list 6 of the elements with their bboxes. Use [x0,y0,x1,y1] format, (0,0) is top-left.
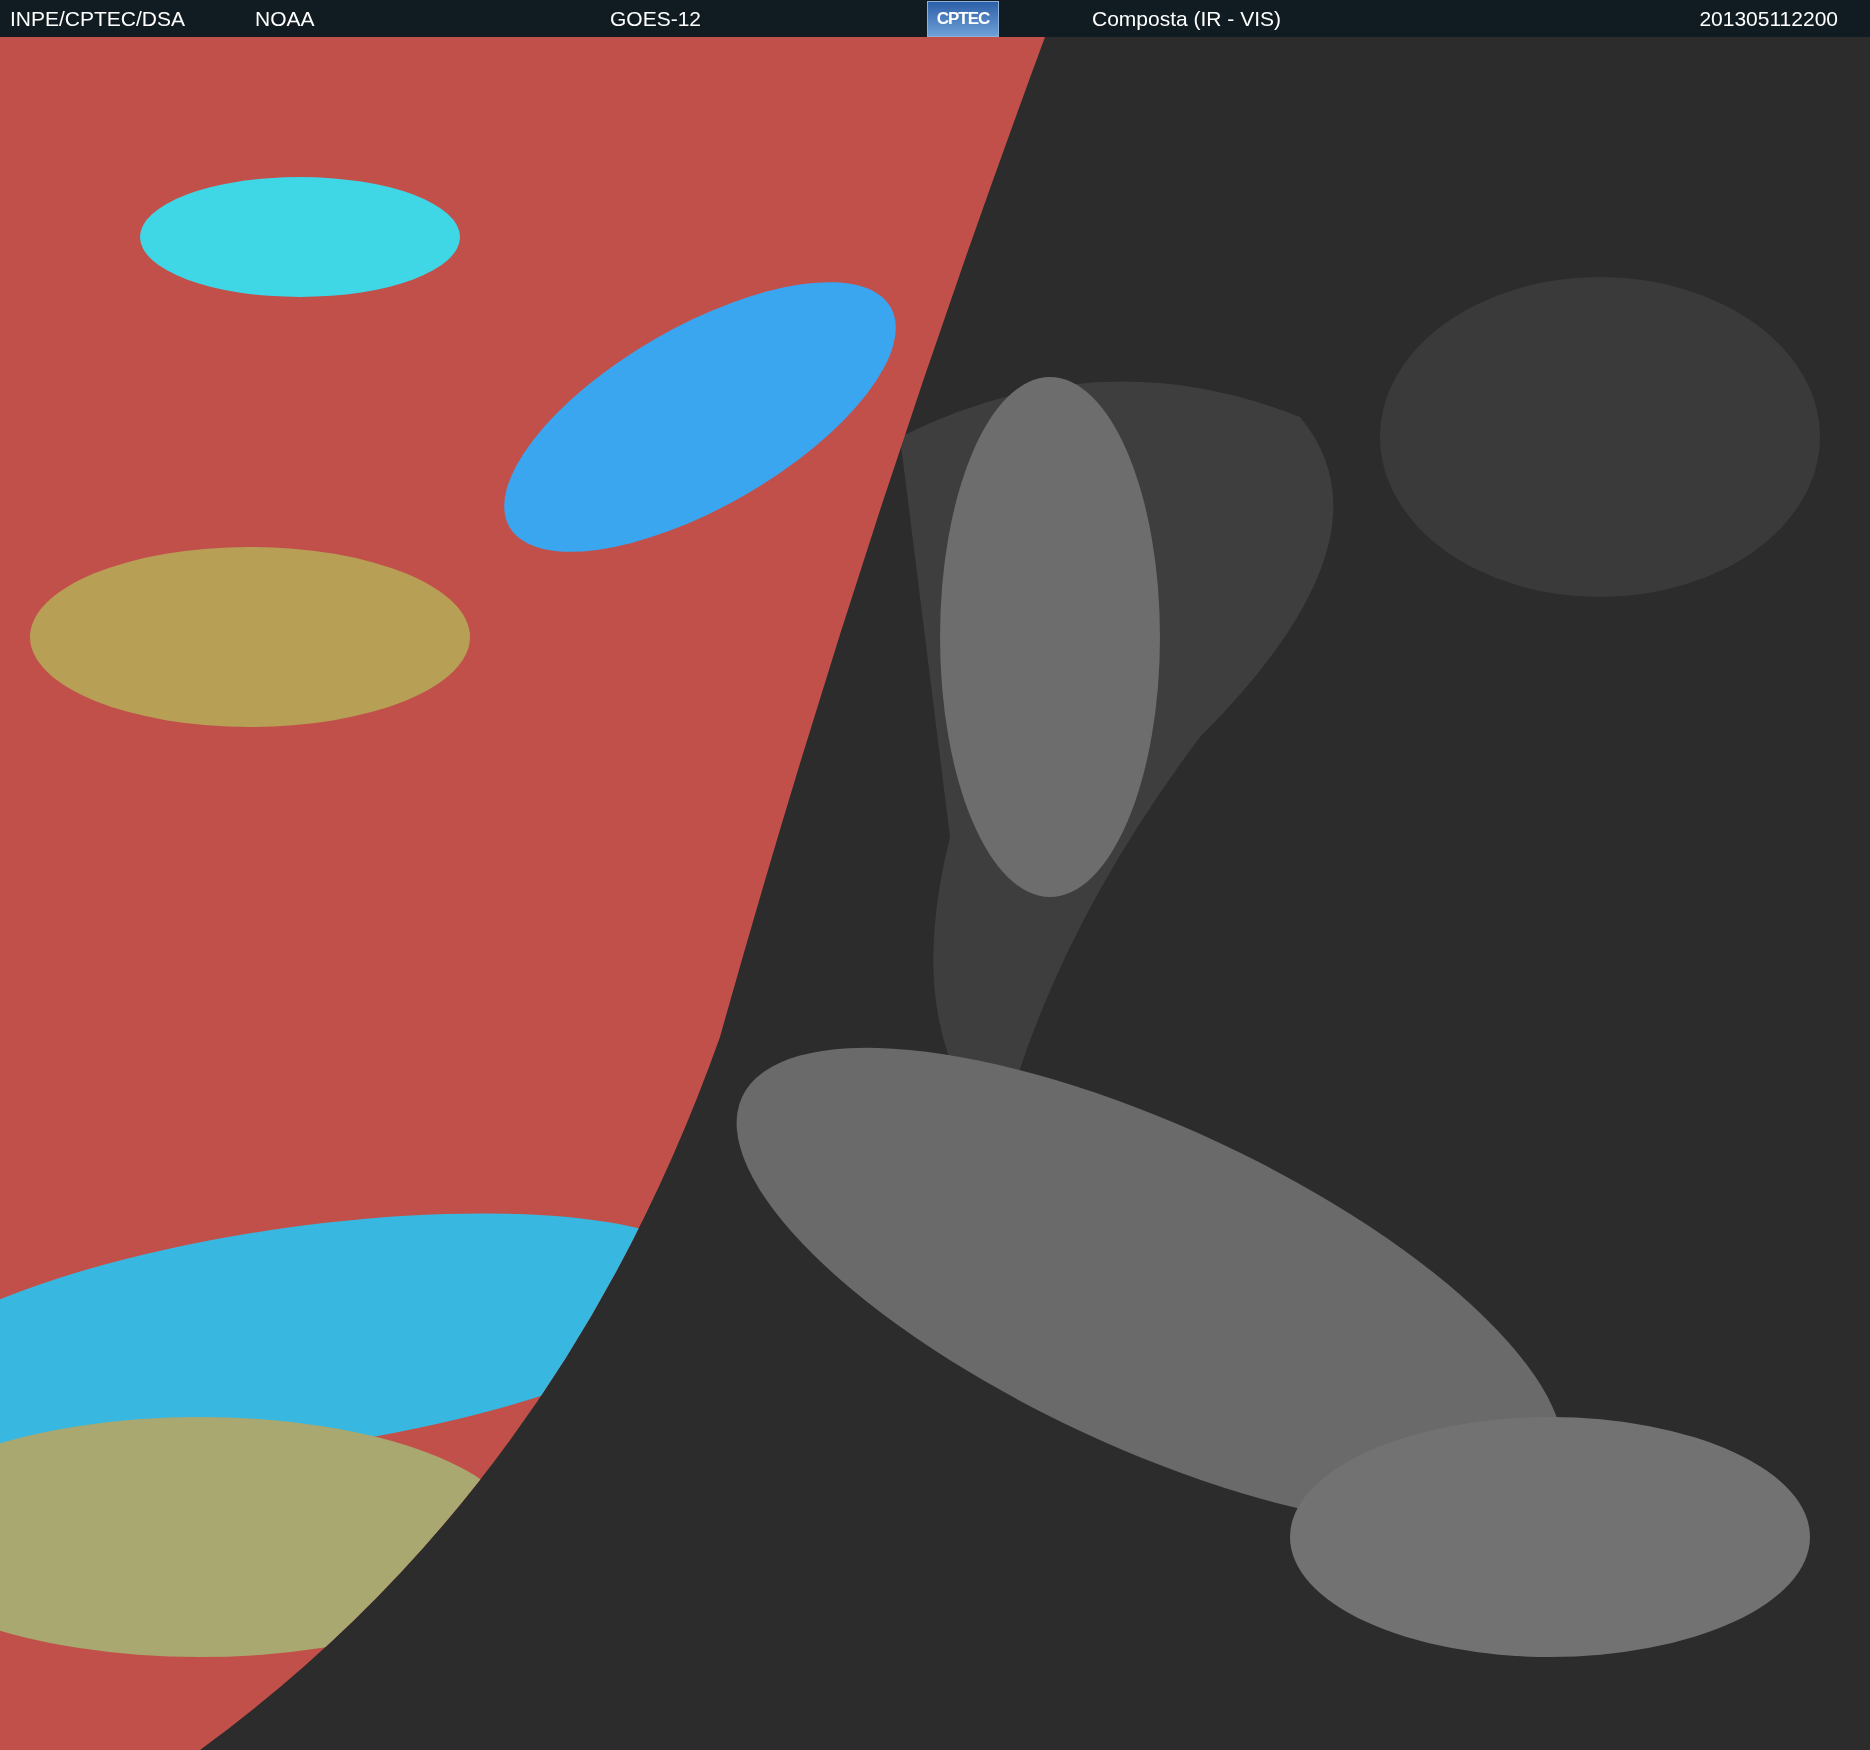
timestamp: 201305112200 [1699,6,1838,31]
satellite-label: GOES-12 [610,6,703,31]
product-label: Composta (IR - VIS) [1092,6,1283,31]
source-label: INPE/CPTEC/DSA [9,6,187,31]
logo: CPTEC [927,0,999,37]
agency-label: NOAA [255,6,316,31]
